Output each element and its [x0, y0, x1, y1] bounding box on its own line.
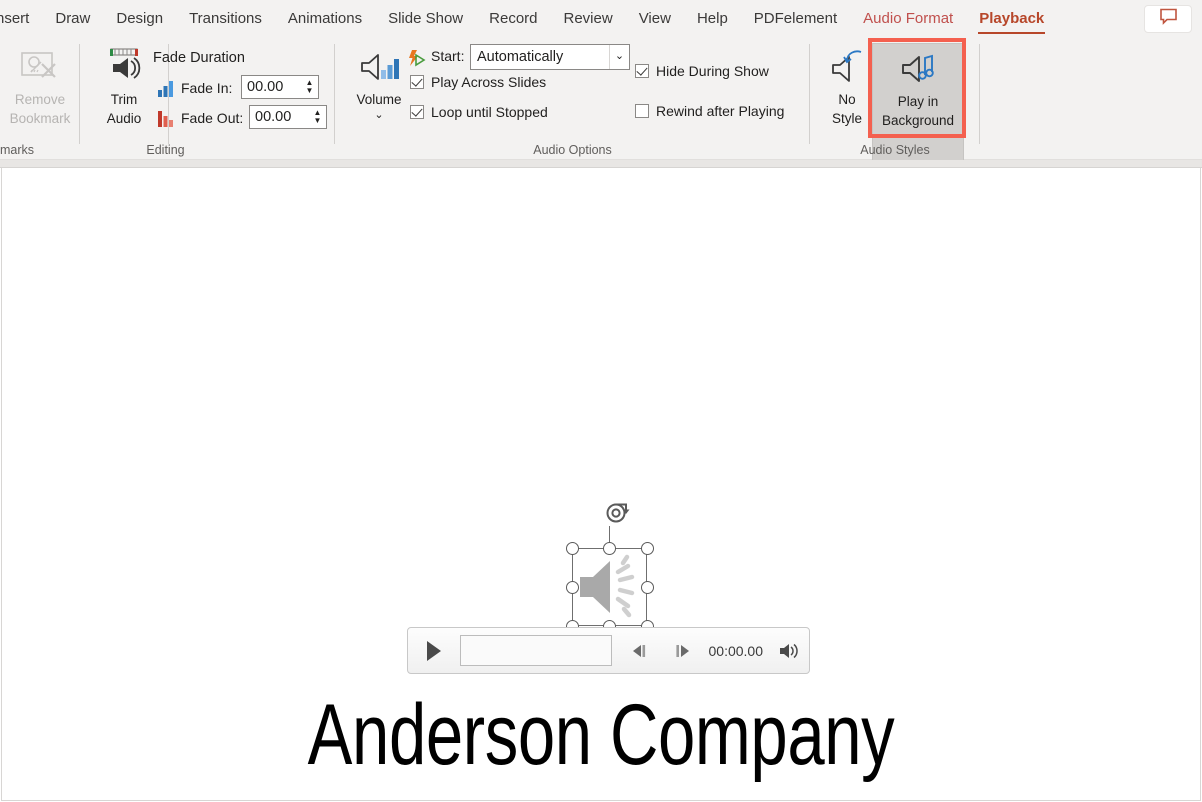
no-style-button[interactable]: No Style — [818, 44, 876, 128]
resize-handle-top-center[interactable] — [603, 541, 616, 555]
remove-bookmark-button[interactable]: Remove Bookmark — [0, 44, 80, 128]
fade-in-label: Fade In: — [181, 80, 233, 96]
fade-in-input[interactable]: 00.00 ▲ ▼ — [241, 75, 319, 99]
play-in-background-label-line2: Background — [881, 113, 955, 128]
fade-out-value: 00.00 — [255, 109, 292, 125]
remove-bookmark-label-line2: Bookmark — [9, 111, 71, 126]
checkbox-play-across-slides[interactable]: Play Across Slides — [410, 74, 546, 90]
player-volume-icon[interactable] — [771, 641, 809, 661]
no-style-icon — [825, 44, 869, 90]
powerpoint-window: nsert Draw Design Transitions Animations… — [0, 0, 1202, 802]
checkbox-loop-until-stopped[interactable]: Loop until Stopped — [410, 104, 548, 120]
trim-audio-label-line1: Trim — [110, 92, 138, 107]
tab-draw[interactable]: Draw — [42, 4, 103, 34]
stepper-down-icon[interactable]: ▼ — [314, 117, 322, 125]
play-in-background-button[interactable]: Play in Background — [872, 46, 964, 130]
no-style-label-line1: No — [838, 92, 856, 107]
progress-bar[interactable] — [460, 635, 612, 666]
checkbox-label: Loop until Stopped — [431, 104, 548, 120]
remove-bookmark-icon — [19, 44, 61, 90]
ribbon-content: Remove Bookmark marks Trim Audio Fade Du… — [0, 38, 1202, 173]
ribbon-group-editing: Trim Audio Fade Duration Fade In: 00.00 … — [80, 38, 335, 160]
audio-player-control[interactable]: 00:00.00 — [407, 627, 810, 674]
comment-icon — [1159, 8, 1178, 30]
resize-handle-top-left[interactable] — [565, 541, 579, 555]
tab-insert[interactable]: nsert — [0, 4, 42, 34]
checkbox-box[interactable] — [410, 75, 424, 89]
fade-in-stepper[interactable]: ▲ ▼ — [301, 76, 318, 98]
resize-handle-middle-right[interactable] — [640, 580, 654, 594]
resize-handle-top-right[interactable] — [640, 541, 654, 555]
ribbon-group-label-editing: Editing — [146, 143, 185, 157]
group-separator — [979, 44, 980, 144]
checkbox-label: Hide During Show — [656, 63, 769, 79]
checkbox-label: Play Across Slides — [431, 74, 547, 90]
tab-pdfelement[interactable]: PDFelement — [741, 4, 850, 34]
play-in-background-icon — [896, 46, 940, 92]
trim-audio-button[interactable]: Trim Audio — [90, 44, 158, 128]
ribbon-bottom-strip — [0, 160, 1202, 168]
trim-audio-label-line2: Audio — [106, 111, 142, 126]
fade-in-value: 00.00 — [247, 79, 284, 95]
checkbox-box[interactable] — [635, 104, 649, 118]
tab-audio-format[interactable]: Audio Format — [850, 4, 966, 34]
ribbon-group-bookmarks: Remove Bookmark marks — [0, 38, 80, 160]
tab-help[interactable]: Help — [684, 4, 741, 34]
tab-review[interactable]: Review — [551, 4, 626, 34]
volume-button[interactable]: Volume ⌄ — [345, 44, 413, 121]
ribbon-group-label-audio-styles: Audio Styles — [860, 143, 930, 157]
tab-transitions[interactable]: Transitions — [176, 4, 275, 34]
tab-animations[interactable]: Animations — [275, 4, 375, 34]
tab-slide-show[interactable]: Slide Show — [375, 4, 476, 34]
comments-button[interactable] — [1144, 5, 1192, 33]
checkbox-box[interactable] — [410, 105, 424, 119]
checkbox-label: Rewind after Playing — [656, 103, 785, 119]
volume-icon — [356, 44, 402, 90]
fade-in-icon — [158, 81, 176, 102]
ribbon-group-audio-styles: No Style Play in Background Audio Styles — [810, 38, 980, 173]
player-time: 00:00.00 — [708, 642, 764, 659]
start-dropdown[interactable]: Automatically ⌄ — [470, 44, 630, 70]
checkbox-box[interactable] — [635, 64, 649, 78]
audio-object[interactable] — [565, 503, 654, 633]
fade-duration-label: Fade Duration — [153, 50, 245, 66]
chevron-down-icon[interactable]: ⌄ — [609, 45, 629, 69]
chevron-down-icon[interactable]: ⌄ — [374, 109, 383, 121]
checkbox-hide-during-show[interactable]: Hide During Show — [635, 63, 769, 79]
volume-label: Volume — [356, 92, 402, 107]
stepper-down-icon[interactable]: ▼ — [306, 87, 314, 95]
rotate-icon[interactable] — [602, 498, 632, 528]
start-label: Start: — [431, 48, 465, 64]
trim-audio-icon — [101, 44, 147, 90]
ribbon-group-audio-options: Volume ⌄ Start: Automatically ⌄ Play Acr… — [335, 38, 810, 160]
start-icon — [407, 49, 426, 74]
step-back-icon[interactable] — [621, 643, 661, 659]
fade-out-label: Fade Out: — [181, 110, 244, 126]
ribbon-group-label-audio-options: Audio Options — [533, 143, 612, 157]
slide-title[interactable]: Anderson Company — [134, 687, 1068, 783]
no-style-label-line2: Style — [831, 111, 862, 126]
ribbon-tab-bar: nsert Draw Design Transitions Animations… — [0, 0, 1202, 38]
fade-out-input[interactable]: 00.00 ▲ ▼ — [249, 105, 327, 129]
step-forward-icon[interactable] — [661, 643, 701, 659]
tab-record[interactable]: Record — [476, 4, 550, 34]
tab-design[interactable]: Design — [103, 4, 176, 34]
fade-out-stepper[interactable]: ▲ ▼ — [309, 106, 326, 128]
fade-out-icon — [158, 111, 176, 132]
audio-speaker-icon — [574, 550, 645, 624]
tab-view[interactable]: View — [626, 4, 684, 34]
play-in-background-label-line1: Play in — [897, 94, 939, 109]
slide-canvas[interactable]: 00:00.00 Anderson Company Welcome to the… — [1, 168, 1201, 801]
remove-bookmark-label-line1: Remove — [14, 92, 66, 107]
checkbox-rewind-after-playing[interactable]: Rewind after Playing — [635, 103, 784, 119]
resize-handle-middle-left[interactable] — [565, 580, 579, 594]
play-button[interactable] — [408, 640, 460, 662]
tab-playback[interactable]: Playback — [966, 4, 1057, 34]
start-value: Automatically — [477, 49, 564, 65]
